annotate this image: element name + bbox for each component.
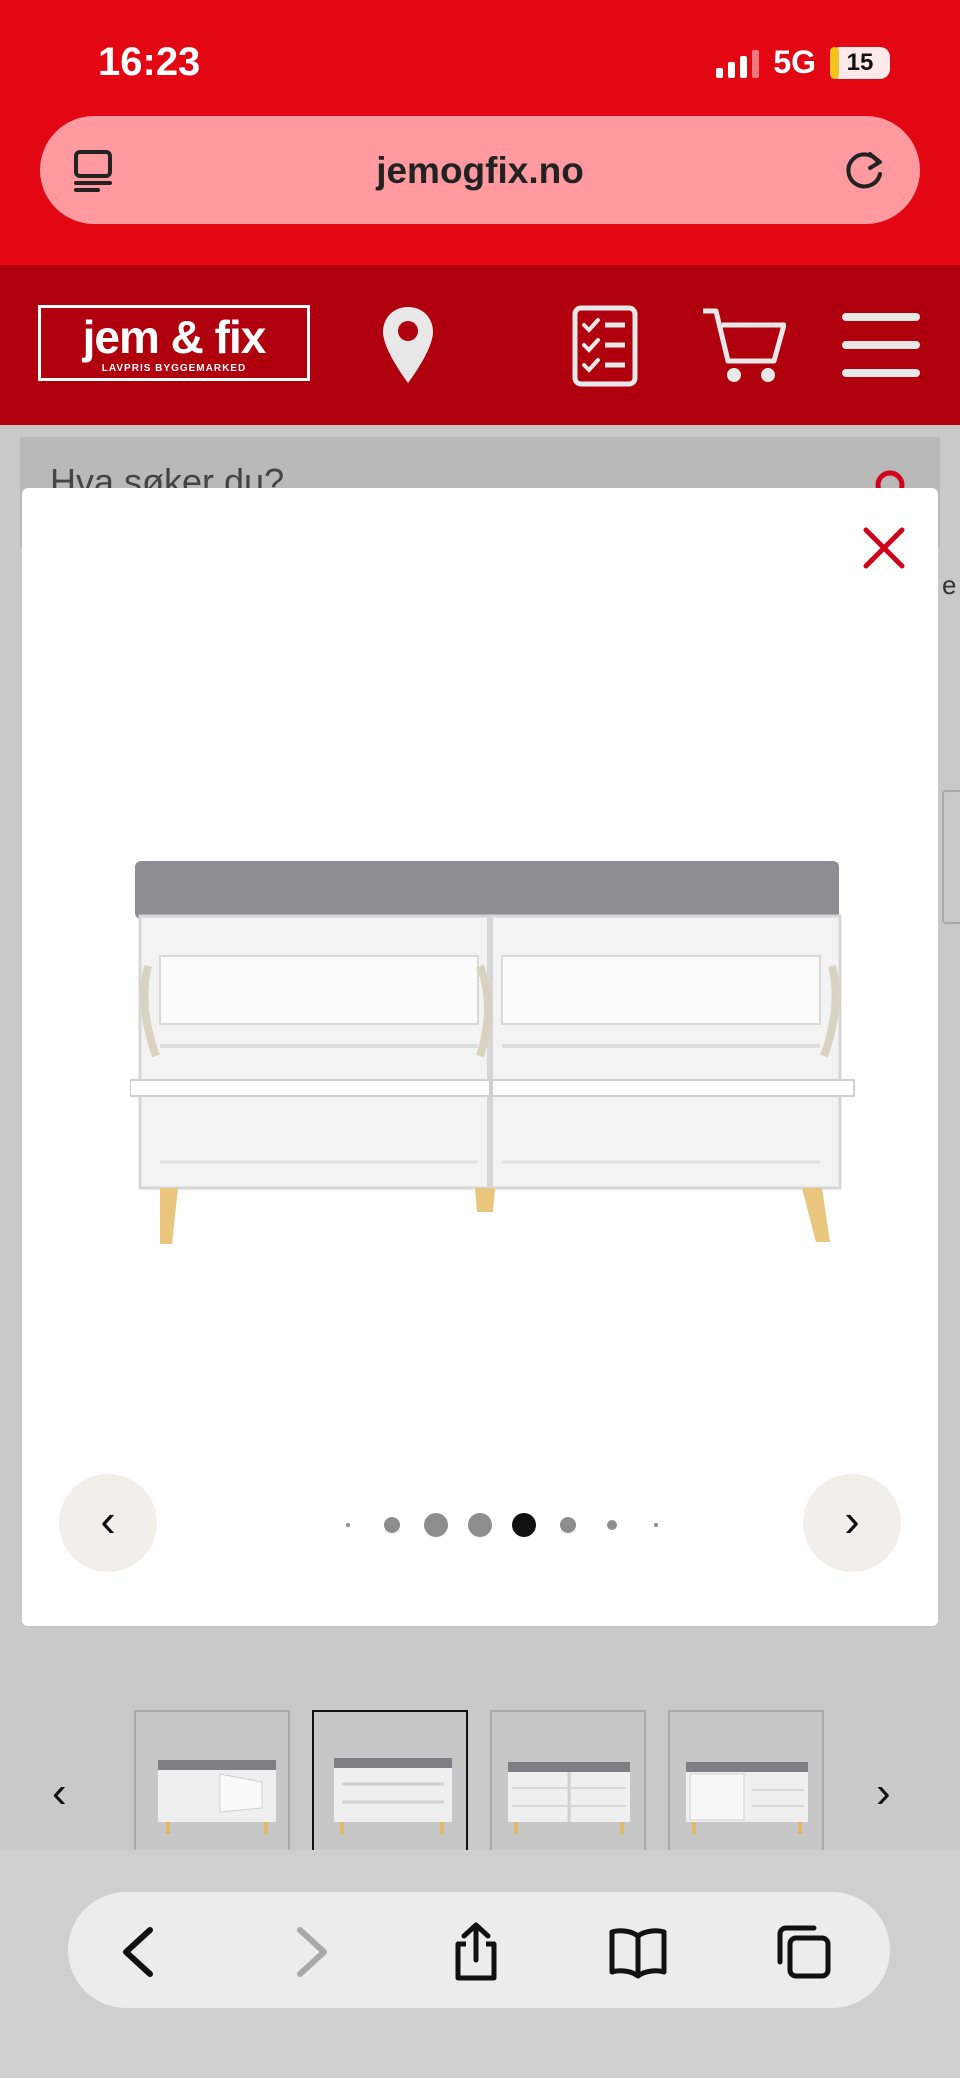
thumbnail-item[interactable] [134,1710,290,1860]
image-viewer-modal: ‹ › [22,488,938,1626]
site-logo[interactable]: jem & fix LAVPRIS BYGGEMARKED [38,305,310,381]
forward-icon[interactable] [280,1922,340,1982]
status-bar: 16:23 5G 15 jemogfix.no [0,0,960,265]
thumbnail-item-active[interactable] [312,1710,468,1860]
status-indicators: 5G 15 [716,44,890,81]
logo-main-text: jem & fix [82,311,267,363]
url-text[interactable]: jemogfix.no [40,150,920,192]
thumbnail-strip: ‹ › [0,1690,960,1860]
gallery-next-button[interactable]: › [803,1474,901,1572]
hamburger-menu-icon[interactable] [840,311,922,379]
location-pin-icon[interactable] [380,305,436,385]
gallery-dot[interactable] [560,1517,576,1533]
battery-icon: 15 [830,46,890,79]
cart-icon[interactable] [700,305,786,385]
thumbnail-image [334,1758,452,1834]
gallery-dot[interactable] [654,1523,658,1527]
back-icon[interactable] [110,1922,170,1982]
close-icon[interactable] [862,526,906,570]
thumbnail-item[interactable] [490,1710,646,1860]
thumbnail-item[interactable] [668,1710,824,1860]
reload-icon[interactable] [842,146,888,194]
bookmarks-icon[interactable] [608,1922,668,1982]
network-label: 5G [773,44,816,80]
thumbnail-image [508,1762,630,1834]
product-image [130,861,855,1244]
share-icon[interactable] [446,1922,506,1982]
gallery-dot[interactable] [468,1513,492,1537]
gallery-dot[interactable] [607,1520,617,1530]
thumbnail-image [686,1762,808,1834]
tabs-icon[interactable] [774,1922,834,1982]
browser-toolbar [68,1892,890,2008]
signal-icon [716,48,760,78]
shopping-list-icon[interactable] [572,305,638,387]
thumbnail-image [158,1760,276,1834]
site-header: jem & fix LAVPRIS BYGGEMARKED [0,265,960,425]
gallery-dot[interactable] [346,1523,350,1527]
thumbnails-prev-button[interactable]: ‹ [52,1768,67,1818]
gallery-prev-button[interactable]: ‹ [59,1474,157,1572]
thumbnails-next-button[interactable]: › [876,1768,891,1818]
background-element [942,790,960,924]
logo-tagline: LAVPRIS BYGGEMARKED [101,363,247,374]
gallery-pagination[interactable] [322,1512,662,1538]
gallery-dot[interactable] [384,1517,400,1533]
status-time: 16:23 [98,40,201,84]
battery-percent: 15 [846,48,874,76]
address-bar[interactable]: jemogfix.no [40,116,920,224]
gallery-dot-active[interactable] [512,1513,536,1537]
gallery-dot[interactable] [424,1513,448,1537]
background-text-fragment: e [942,570,957,600]
